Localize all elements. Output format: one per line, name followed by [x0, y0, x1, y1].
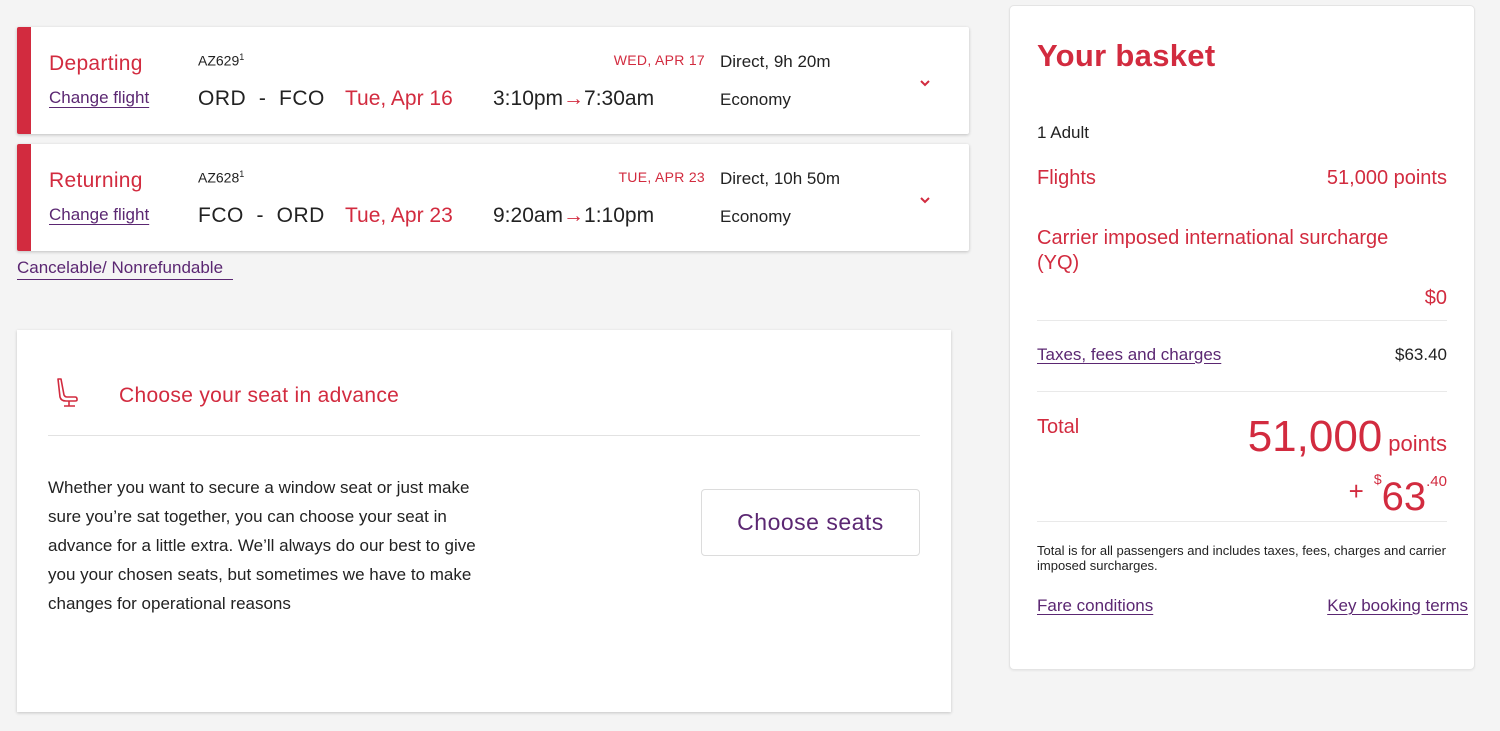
total-cash: + $63.40 [1349, 471, 1447, 520]
flight-number: AZ6281 [198, 169, 244, 186]
surcharge-label: Carrier imposed international surcharge … [1037, 227, 1389, 274]
arrow-right-icon: → [563, 204, 585, 227]
departure-time: 3:10pm [493, 87, 564, 110]
flights-cost-label: Flights [1037, 167, 1096, 189]
route-separator: - [258, 87, 267, 110]
total-points: 51,000 points [1248, 412, 1447, 462]
arrow-right-icon: → [563, 87, 585, 110]
chevron-down-icon[interactable] [917, 77, 933, 89]
change-flight-link[interactable]: Change flight [49, 88, 149, 108]
flights-cost-value: 51,000 points [1326, 167, 1447, 189]
total-points-unit: points [1388, 431, 1447, 456]
seat-icon [57, 378, 78, 407]
destination-airport: FCO [279, 87, 325, 110]
divider [1037, 391, 1447, 392]
booking-summary-page: Departing Change flight AZ6291 ORD - FCO… [0, 0, 1500, 731]
seat-selection-description: Whether you want to secure a window seat… [48, 478, 476, 613]
flight-number-text: AZ628 [198, 169, 240, 186]
flight-times: 3:10pm→7:30am [493, 87, 654, 111]
flight-footnote-marker: 1 [239, 52, 245, 62]
flight-route: FCO - ORD [198, 204, 325, 228]
origin-airport: FCO [198, 204, 244, 227]
flight-card-returning[interactable]: Returning Change flight AZ6281 FCO - ORD… [17, 144, 969, 251]
basket-panel: Your basket 1 Adult Flights 51,000 point… [1009, 5, 1475, 670]
total-points-amount: 51,000 [1247, 412, 1383, 461]
divider [48, 435, 920, 436]
currency-symbol: $ [1373, 471, 1382, 487]
total-cash-whole: 63 [1381, 475, 1427, 519]
flight-card-departing[interactable]: Departing Change flight AZ6291 ORD - FCO… [17, 27, 969, 134]
divider [1037, 521, 1447, 522]
total-label: Total [1037, 416, 1080, 438]
arrival-date: TUE, APR 23 [618, 169, 705, 185]
flight-duration: Direct, 9h 20m [720, 52, 831, 71]
cabin-class: Economy [720, 207, 791, 226]
chevron-down-icon[interactable] [917, 194, 933, 206]
taxes-fees-value: $63.40 [1395, 345, 1447, 364]
departure-date: Tue, Apr 16 [345, 87, 453, 110]
flight-number-text: AZ629 [198, 52, 240, 69]
divider [1037, 320, 1447, 321]
flight-duration: Direct, 10h 50m [720, 169, 840, 188]
flight-times: 9:20am→1:10pm [493, 204, 654, 228]
flight-number: AZ6291 [198, 52, 244, 69]
route-separator: - [256, 204, 264, 227]
destination-airport: ORD [276, 204, 325, 227]
arrival-time: 1:10pm [584, 204, 655, 227]
departure-date: Tue, Apr 23 [345, 204, 453, 227]
flight-direction-label: Returning [49, 169, 143, 192]
total-cash-cents: .40 [1426, 473, 1447, 490]
choose-seats-button[interactable]: Choose seats [701, 489, 920, 556]
total-disclaimer: Total is for all passengers and includes… [1037, 543, 1446, 573]
flight-route: ORD - FCO [198, 87, 325, 111]
fare-conditions-link[interactable]: Fare conditions [1037, 596, 1153, 616]
fare-policy-link[interactable]: Cancelable/ Nonrefundable [17, 258, 234, 280]
cabin-class: Economy [720, 90, 791, 109]
passenger-count: 1 Adult [1037, 123, 1089, 142]
seat-selection-title: Choose your seat in advance [119, 384, 400, 407]
plus-sign: + [1348, 476, 1364, 506]
surcharge-value: $0 [1424, 287, 1447, 309]
key-booking-terms-link[interactable]: Key booking terms [1327, 596, 1468, 616]
arrival-date: WED, APR 17 [613, 52, 705, 68]
basket-title: Your basket [1037, 38, 1216, 73]
seat-selection-card: Choose your seat in advance Whether you … [17, 330, 951, 712]
arrival-time: 7:30am [584, 87, 655, 110]
departure-time: 9:20am [493, 204, 564, 227]
flight-card-accent [17, 27, 31, 134]
origin-airport: ORD [198, 87, 247, 110]
taxes-fees-link[interactable]: Taxes, fees and charges [1037, 345, 1221, 365]
change-flight-link[interactable]: Change flight [49, 205, 149, 225]
flight-direction-label: Departing [49, 52, 143, 75]
flight-footnote-marker: 1 [239, 169, 245, 179]
flight-card-accent [17, 144, 31, 251]
